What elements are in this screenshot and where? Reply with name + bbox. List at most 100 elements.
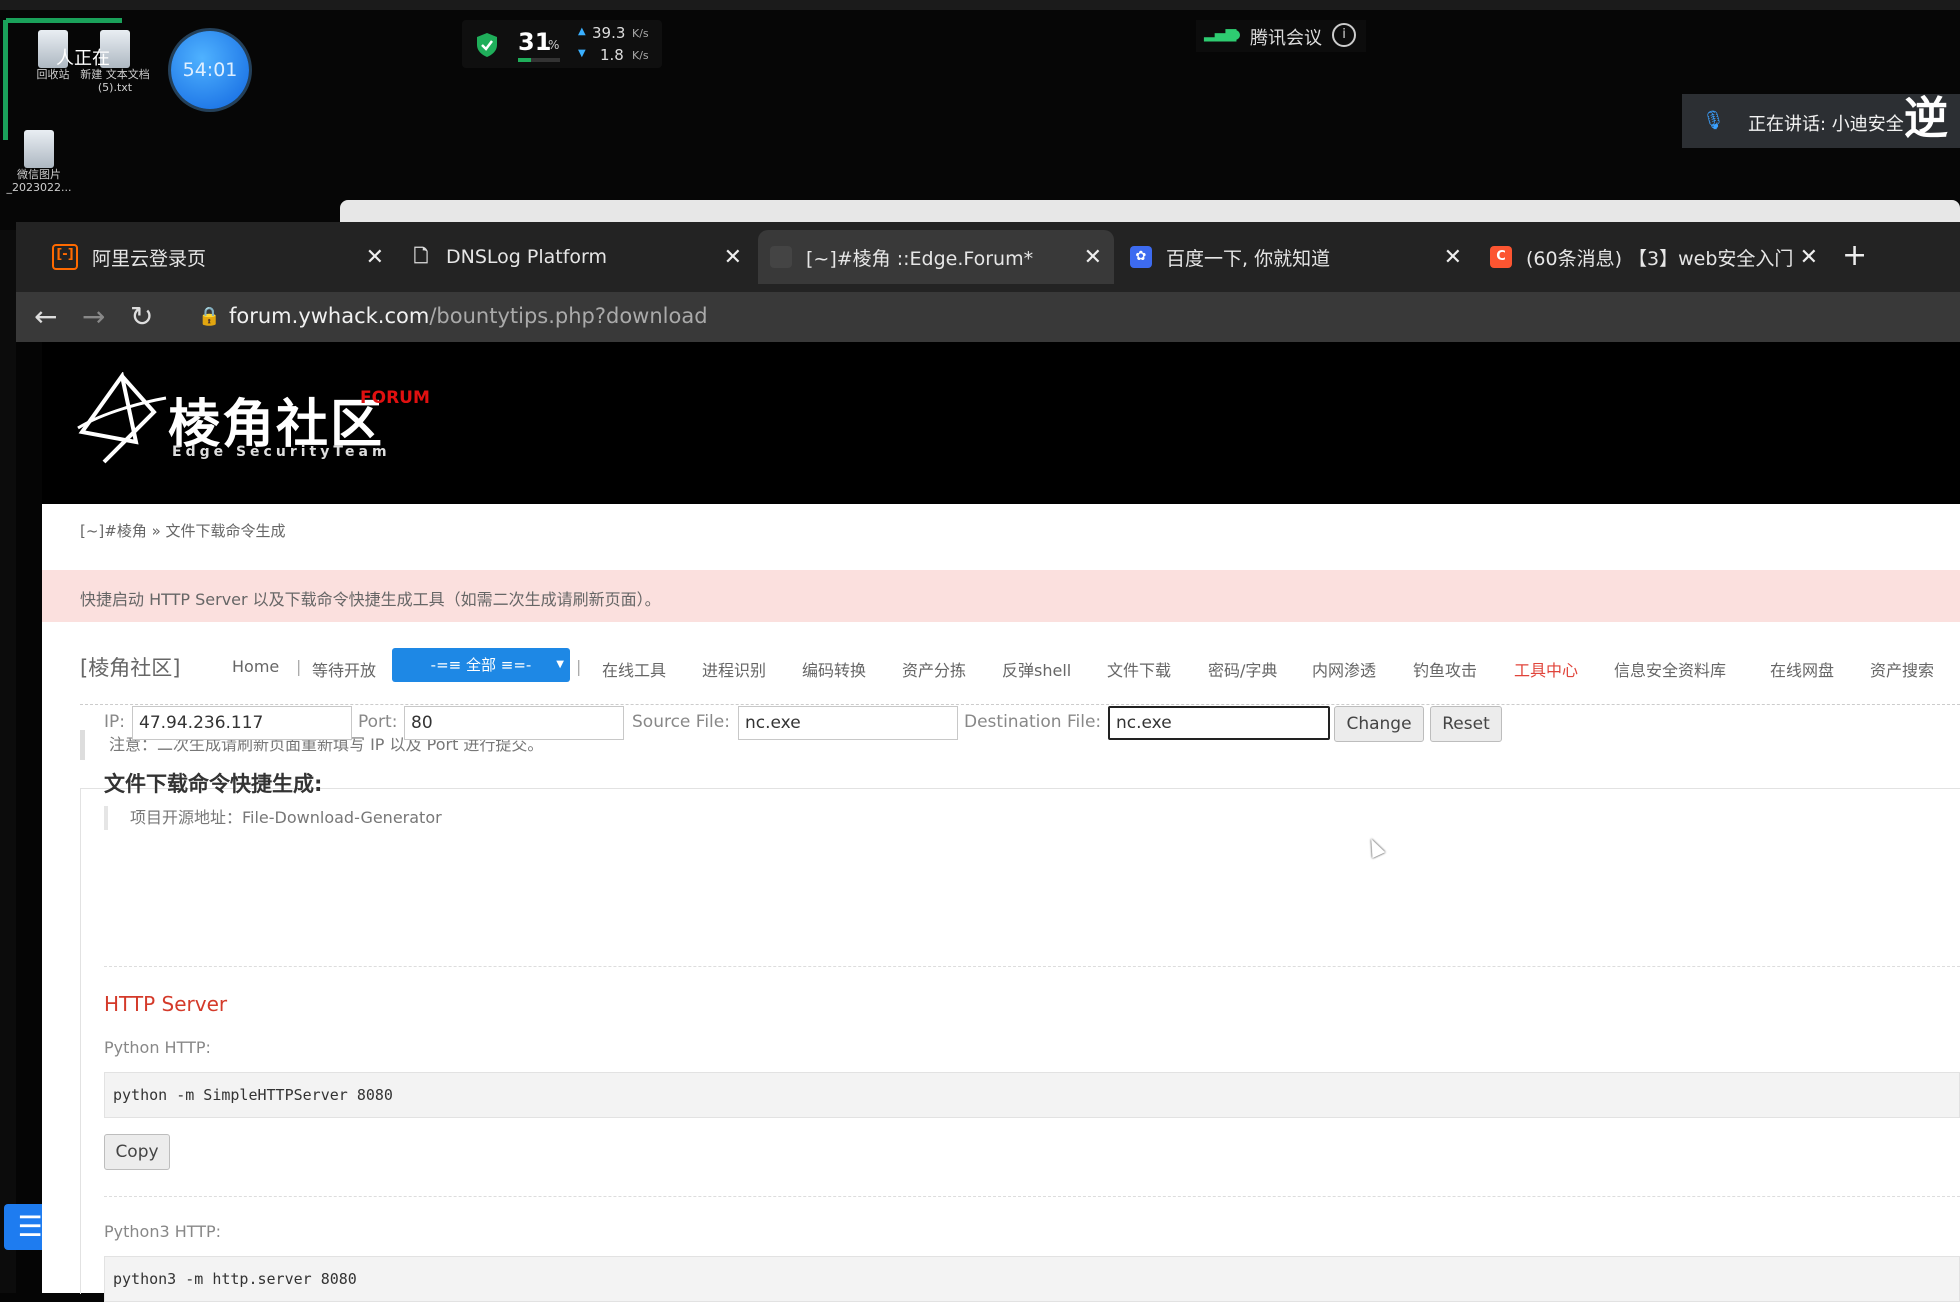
status-dot-icon: [1230, 30, 1240, 40]
speaking-text: 正在讲话: 小迪安全: [1748, 114, 1904, 135]
tab-title: DNSLog Platform: [446, 246, 608, 268]
close-icon[interactable]: ✕: [1084, 245, 1102, 270]
download-speed: 1.8: [600, 46, 624, 64]
chevron-down-icon: ▼: [556, 659, 564, 670]
section-divider: [104, 1196, 1960, 1197]
notice-text: 快捷启动 HTTP Server 以及下载命令快捷生成工具（如需二次生成请刷新页…: [80, 590, 661, 609]
edge-forum-icon: [770, 246, 792, 268]
menu-divider: |: [576, 657, 582, 676]
reset-button[interactable]: Reset: [1430, 706, 1502, 742]
cpu-value: 31: [518, 28, 552, 56]
section-heading: 文件下载命令快捷生成:: [104, 772, 323, 796]
tab-csdn[interactable]: C (60条消息) 【3】web安全入门第 ✕: [1478, 230, 1830, 284]
cpu-unit: %: [548, 38, 560, 52]
upload-unit: K/s: [632, 27, 649, 40]
lock-icon: 🔒: [198, 306, 221, 327]
menu-item-password-dict[interactable]: 密码/字典: [1208, 657, 1277, 681]
menu-item-file-download[interactable]: 文件下载: [1107, 657, 1171, 681]
web-page: 棱角社区 FORUM Edge SecurityTeam [~]#棱角 » 文件…: [42, 342, 1960, 1302]
desktop-icon-label: 微信图片_2023022...: [6, 168, 72, 194]
new-tab-plus-icon[interactable]: +: [1842, 238, 1867, 273]
url-path: /bountytips.php?download: [429, 304, 708, 328]
close-icon[interactable]: ✕: [366, 245, 384, 270]
menu-item-online-tools[interactable]: 在线工具: [602, 657, 666, 681]
tab-dnslog[interactable]: 🗋 DNSLog Platform ✕: [398, 230, 754, 284]
notice-banner: 快捷启动 HTTP Server 以及下载命令快捷生成工具（如需二次生成请刷新页…: [42, 570, 1960, 622]
menu-divider-line: [80, 704, 1960, 705]
upload-arrow-icon: ▲: [578, 26, 586, 37]
url-field[interactable]: forum.ywhack.com/bountytips.php?download: [229, 304, 708, 328]
microphone-icon: 🎙: [1702, 110, 1725, 131]
upload-speed: 39.3: [592, 24, 626, 42]
menu-item-online-disk[interactable]: 在线网盘: [1770, 657, 1834, 681]
menu-item-home[interactable]: Home: [232, 657, 279, 676]
close-icon[interactable]: ✕: [1800, 245, 1818, 270]
tab-baidu[interactable]: ✿ 百度一下, 你就知道 ✕: [1118, 230, 1474, 284]
desktop-icon-label: 新建 文本文档 (5).txt: [80, 68, 150, 94]
python3-http-label: Python3 HTTP:: [104, 1222, 222, 1241]
source-file-label: Source File:: [632, 712, 730, 732]
desktop-background: [0, 0, 1960, 230]
destination-file-label: Destination File:: [964, 712, 1102, 732]
menu-item-process-id[interactable]: 进程识别: [702, 657, 766, 681]
background-window-edge: [340, 200, 1960, 222]
desktop-left-strip: [0, 230, 16, 1293]
tab-title: 阿里云登录页: [92, 247, 207, 270]
copy-button[interactable]: Copy: [104, 1134, 170, 1170]
tab-title: (60条消息) 【3】web安全入门第: [1526, 247, 1792, 270]
port-input[interactable]: 80: [404, 706, 624, 740]
speaking-indicator: 🎙 正在讲话: 小迪安全 逆: [1682, 94, 1960, 148]
site-header-banner: 棱角社区 FORUM Edge SecurityTeam: [42, 342, 1960, 504]
python3-command-box[interactable]: python3 -m http.server 8080: [104, 1256, 1960, 1302]
menu-item-asset-sort[interactable]: 资产分拣: [902, 657, 966, 681]
menu-brand[interactable]: [棱角社区]: [80, 652, 180, 682]
info-icon[interactable]: i: [1332, 23, 1356, 47]
source-file-input[interactable]: nc.exe: [738, 706, 958, 740]
menu-item-asset-search[interactable]: 资产搜索: [1870, 657, 1934, 681]
site-nav-menu: [棱角社区] Home | 等待开放 -=≡ 全部 ≡=- ▼ | 在线工具 进程…: [42, 632, 1960, 712]
tab-edge-forum[interactable]: [~]#棱角 ::Edge.Forum* ✕: [758, 230, 1114, 284]
breadcrumb: [~]#棱角 » 文件下载命令生成: [80, 522, 286, 540]
close-icon[interactable]: ✕: [724, 245, 742, 270]
menu-item-encoding[interactable]: 编码转换: [802, 657, 866, 681]
destination-file-input[interactable]: nc.exe: [1108, 706, 1330, 740]
menu-item-phishing[interactable]: 钓鱼攻击: [1413, 657, 1477, 681]
python-command-box[interactable]: python -m SimpleHTTPServer 8080: [104, 1072, 1960, 1118]
menu-item-reverse-shell[interactable]: 反弹shell: [1002, 657, 1071, 681]
tencent-meeting-bar[interactable]: ▂▄▆ 腾讯会议 i: [1196, 20, 1366, 52]
menu-item-tool-center[interactable]: 工具中心: [1514, 657, 1578, 681]
menu-divider: |: [296, 657, 302, 676]
shield-icon: [477, 33, 497, 57]
desktop-icon-image[interactable]: 微信图片_2023022...: [2, 130, 76, 196]
tab-aliyun[interactable]: [-] 阿里云登录页 ✕: [40, 230, 396, 284]
tab-title: [~]#棱角 ::Edge.Forum*: [806, 247, 1034, 270]
meeting-timer[interactable]: 54:01: [171, 31, 249, 109]
generator-panel: [80, 788, 1960, 1294]
close-icon[interactable]: ✕: [1444, 245, 1462, 270]
ip-label: IP:: [104, 712, 125, 732]
change-button[interactable]: Change: [1334, 706, 1424, 742]
overlay-text: 人正在: [56, 48, 110, 69]
forward-arrow-icon[interactable]: →: [82, 300, 105, 333]
project-link-text: 项目开源地址：File-Download-Generator: [104, 806, 442, 830]
edge-team-logo-icon: [77, 372, 167, 464]
menu-item-intranet[interactable]: 内网渗透: [1312, 657, 1376, 681]
desktop-top-strip: [0, 0, 1960, 10]
aliyun-icon: [-]: [52, 244, 78, 270]
meeting-label: 腾讯会议: [1250, 28, 1322, 49]
download-arrow-icon: ▼: [578, 48, 586, 59]
address-bar: ← → ↻ 🔒 forum.ywhack.com/bountytips.php?…: [16, 292, 1960, 342]
http-server-heading: HTTP Server: [104, 992, 228, 1016]
ip-input[interactable]: 47.94.236.117: [132, 706, 352, 740]
menu-item-pending[interactable]: 等待开放: [312, 657, 376, 681]
reload-icon[interactable]: ↻: [130, 300, 153, 333]
back-arrow-icon[interactable]: ←: [34, 300, 57, 333]
site-logo-subtitle: Edge SecurityTeam: [172, 444, 391, 460]
site-logo-forum: FORUM: [360, 388, 430, 408]
category-select[interactable]: -=≡ 全部 ≡=- ▼: [392, 648, 570, 682]
speaking-large-glyph: 逆: [1904, 93, 1948, 144]
menu-item-infosec-library[interactable]: 信息安全资料库: [1614, 657, 1726, 681]
url-host: forum.ywhack.com: [229, 304, 430, 328]
page-icon: 🗋: [413, 246, 429, 267]
network-monitor-widget: 31 % ▲ 39.3 K/s ▼ 1.8 K/s: [462, 20, 662, 68]
